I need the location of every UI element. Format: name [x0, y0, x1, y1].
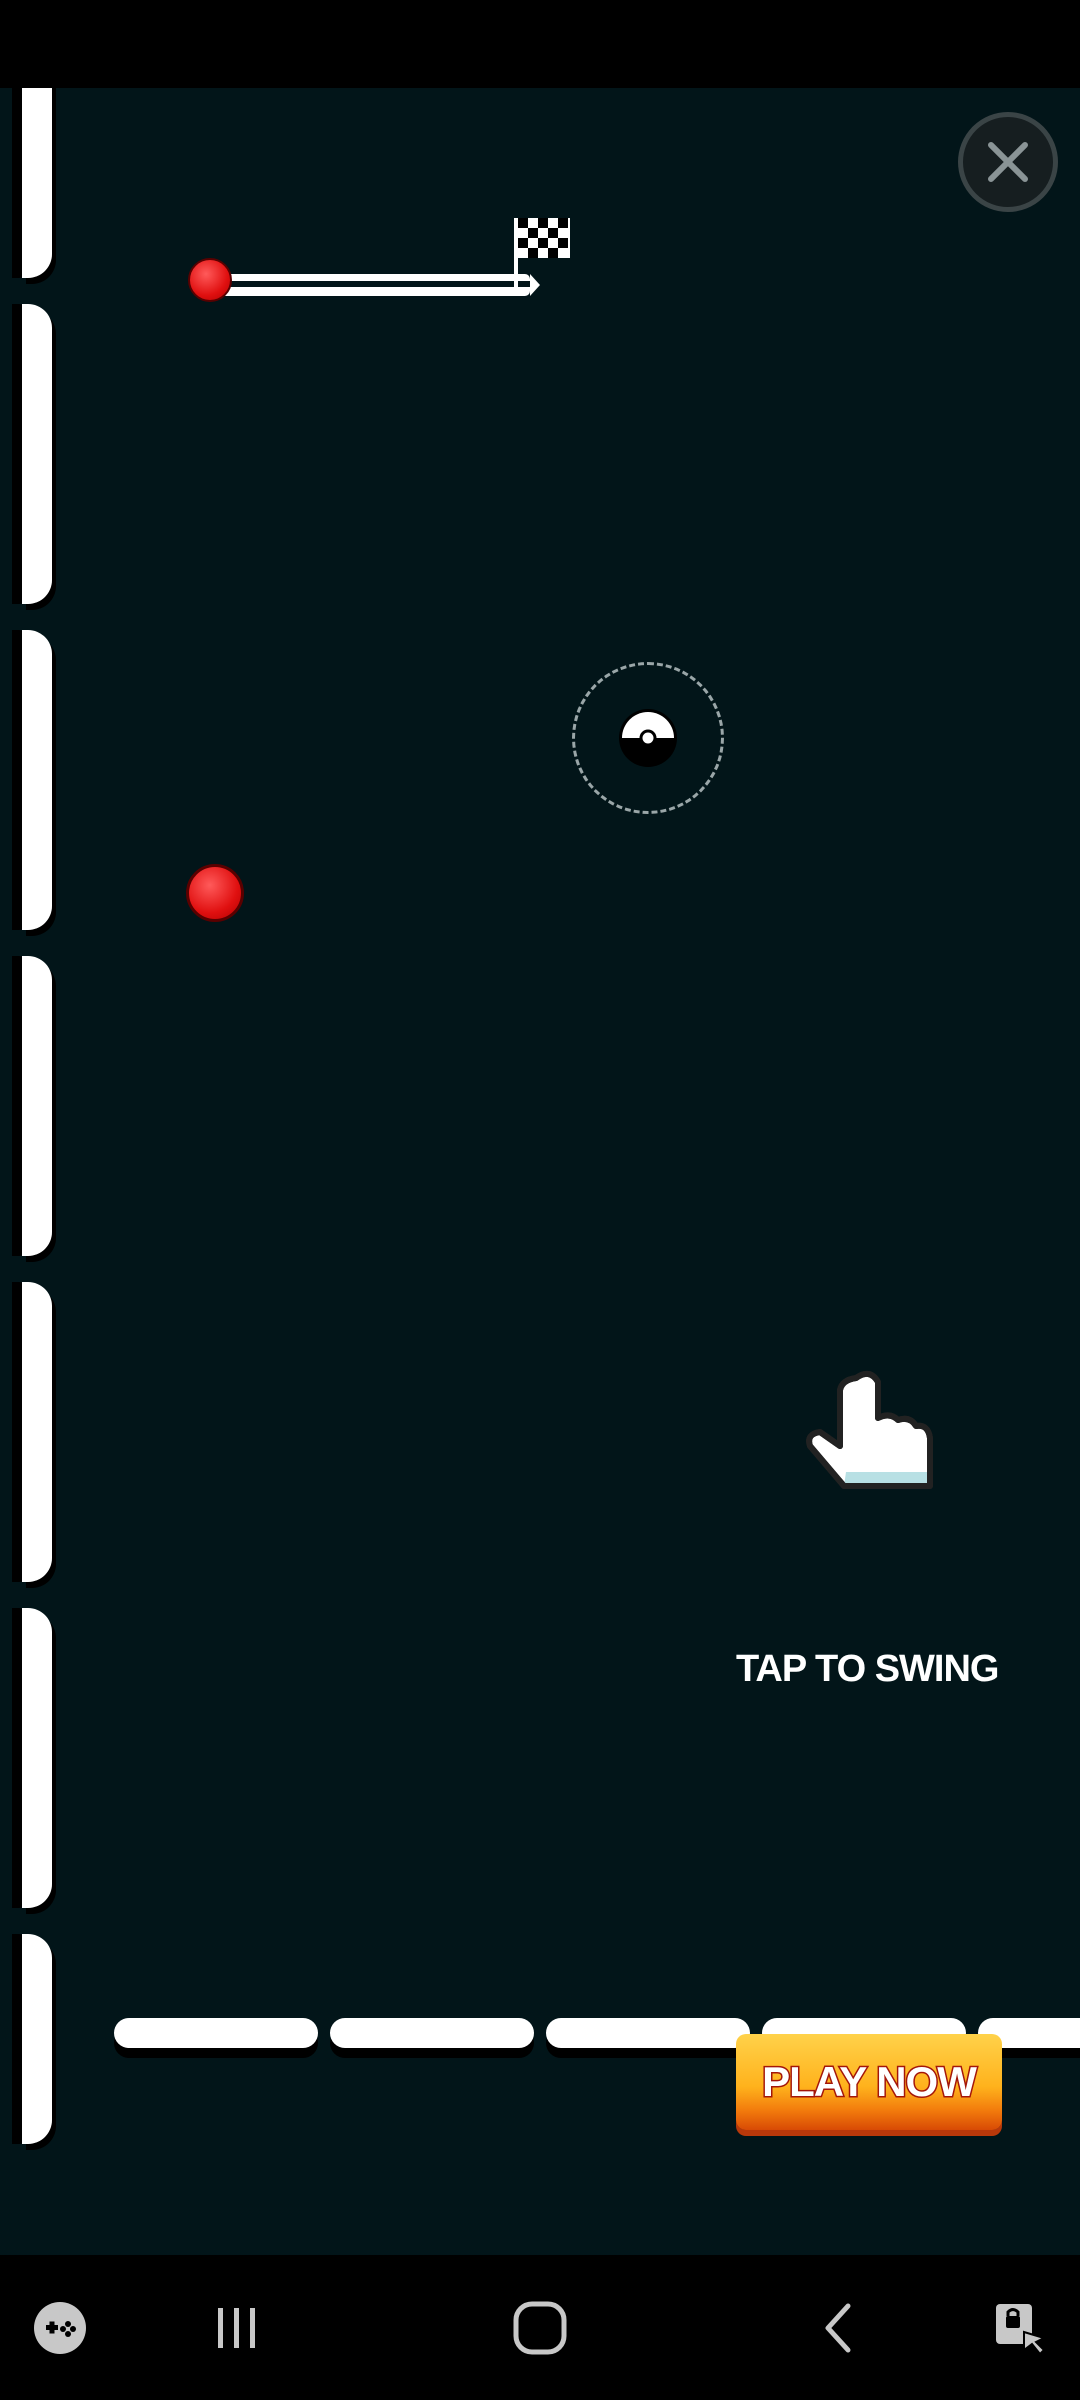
play-now-label: PLAY NOW — [761, 2057, 979, 2107]
wall-segment — [22, 88, 52, 278]
back-icon — [825, 2303, 851, 2352]
tap-to-swing-hint: TAP TO SWING — [736, 1648, 999, 1690]
game-tools-button[interactable] — [20, 2255, 100, 2400]
platform — [546, 2018, 750, 2048]
home-button[interactable] — [500, 2255, 580, 2400]
recent-apps-button[interactable] — [196, 2255, 276, 2400]
system-nav-bar — [0, 2255, 1080, 2400]
game-tools-icon — [34, 2301, 86, 2354]
wall-segment — [22, 304, 52, 604]
player-ball — [186, 864, 244, 922]
close-icon — [988, 142, 1028, 182]
play-now-button[interactable]: PLAY NOW — [736, 2034, 1002, 2130]
progress-ball — [188, 258, 232, 302]
game-canvas[interactable]: TAP TO SWING PLAY NOW — [0, 88, 1080, 2255]
close-button[interactable] — [958, 112, 1058, 212]
status-bar — [0, 0, 1080, 88]
platform — [330, 2018, 534, 2048]
platform — [114, 2018, 318, 2048]
pointing-hand-icon — [806, 1370, 933, 1489]
touch-lock-icon — [996, 2303, 1047, 2355]
wall-segment — [22, 956, 52, 1256]
touch-lock-button[interactable] — [980, 2255, 1060, 2400]
screen: TAP TO SWING PLAY NOW — [0, 0, 1080, 2400]
recent-apps-icon — [218, 2307, 255, 2348]
swing-anchor — [619, 709, 677, 767]
back-button[interactable] — [800, 2255, 880, 2400]
wall-segment — [22, 1282, 52, 1582]
left-wall — [0, 88, 60, 2168]
checkered-flag-icon — [514, 218, 570, 294]
wall-segment — [22, 1608, 52, 1908]
wall-segment — [22, 630, 52, 930]
home-icon — [513, 2301, 567, 2354]
progress-track — [210, 274, 540, 296]
